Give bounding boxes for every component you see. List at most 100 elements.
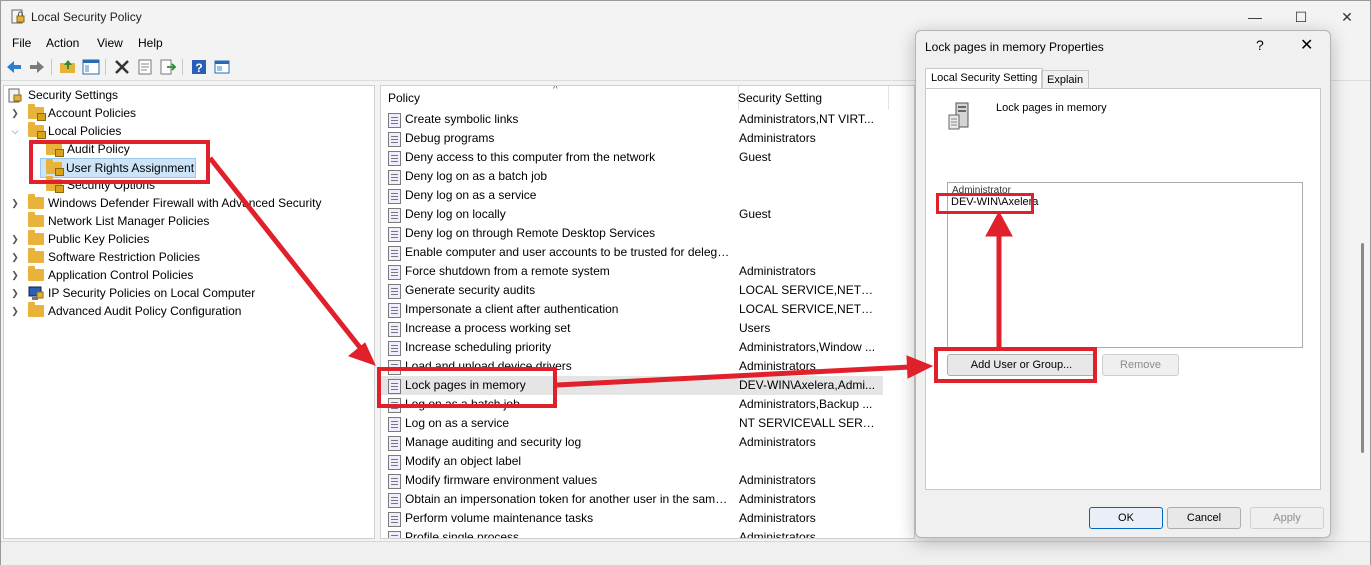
column-header-policy[interactable]: Policy bbox=[381, 86, 739, 110]
window-title: Local Security Policy bbox=[31, 10, 142, 24]
security-setting-cell: Administrators bbox=[739, 359, 816, 373]
close-button[interactable]: ✕ bbox=[1324, 5, 1370, 29]
policy-icon bbox=[388, 436, 401, 451]
policy-name-cell: Debug programs bbox=[405, 131, 495, 145]
tab-panel: Lock pages in memory Administrator DEV-W… bbox=[925, 88, 1321, 490]
menu-file[interactable]: File bbox=[12, 36, 31, 50]
policy-icon bbox=[388, 512, 401, 527]
security-setting-cell: DEV-WIN\Axelera,Admi... bbox=[739, 378, 876, 392]
security-setting-cell: NT SERVICE\ALL SERVIC... bbox=[739, 416, 879, 430]
table-row[interactable]: Deny log on as a batch job bbox=[381, 167, 883, 186]
policy-icon bbox=[388, 474, 401, 489]
up-folder-icon[interactable] bbox=[59, 58, 77, 76]
policy-icon bbox=[388, 208, 401, 223]
dialog-close-button[interactable]: ✕ bbox=[1300, 35, 1313, 55]
table-row[interactable]: Impersonate a client after authenticatio… bbox=[381, 300, 883, 319]
table-row[interactable]: Modify an object label bbox=[381, 452, 883, 471]
table-row[interactable]: Modify firmware environment values Admini… bbox=[381, 471, 883, 490]
tab-explain[interactable]: Explain bbox=[1041, 70, 1090, 89]
security-setting-cell: Administrators bbox=[739, 530, 816, 539]
ok-button[interactable]: OK bbox=[1089, 507, 1163, 529]
policy-icon bbox=[388, 341, 401, 356]
policy-name-cell: Increase scheduling priority bbox=[405, 340, 552, 354]
policy-name-cell: Modify an object label bbox=[405, 454, 522, 468]
policy-name-cell: Profile single process bbox=[405, 530, 520, 539]
annotation-box-lock-pages bbox=[377, 367, 557, 408]
chevron-right-icon[interactable]: ❯ bbox=[10, 248, 20, 266]
policy-name-cell: Increase a process working set bbox=[405, 321, 571, 335]
show-hide-tree-icon[interactable] bbox=[82, 58, 100, 76]
folder-icon bbox=[28, 194, 44, 209]
chevron-right-icon[interactable]: ❯ bbox=[10, 104, 20, 122]
table-row[interactable]: Deny log on locally Guest bbox=[381, 205, 883, 224]
tree-item-label: Network List Manager Policies bbox=[48, 214, 210, 228]
tab-local-security-setting[interactable]: Local Security Setting bbox=[925, 68, 1044, 89]
folder-icon bbox=[28, 230, 44, 245]
dialog-title: Lock pages in memory Properties bbox=[925, 40, 1104, 54]
cancel-button[interactable]: Cancel bbox=[1167, 507, 1241, 529]
forward-icon[interactable] bbox=[28, 58, 46, 76]
export-icon[interactable] bbox=[159, 58, 177, 76]
table-row[interactable]: Deny log on through Remote Desktop Servi… bbox=[381, 224, 883, 243]
policy-icon bbox=[388, 322, 401, 337]
menu-action[interactable]: Action bbox=[46, 36, 79, 50]
table-row[interactable]: Profile single process Administrators bbox=[381, 528, 883, 539]
apply-button[interactable]: Apply bbox=[1250, 507, 1324, 529]
policy-name-cell: Create symbolic links bbox=[405, 112, 519, 126]
policy-icon bbox=[388, 265, 401, 280]
chevron-right-icon[interactable]: ❯ bbox=[10, 230, 20, 248]
back-icon[interactable] bbox=[5, 58, 23, 76]
console-icon[interactable] bbox=[213, 58, 231, 76]
ip-security-icon bbox=[28, 286, 44, 300]
table-row[interactable]: Enable computer and user accounts to be … bbox=[381, 243, 883, 262]
policy-list-pane: ^ Policy Security Setting Create symboli… bbox=[380, 85, 915, 539]
table-row[interactable]: Perform volume maintenance tasks Administ… bbox=[381, 509, 883, 528]
menu-view[interactable]: View bbox=[97, 36, 123, 50]
properties-dialog: Lock pages in memory Properties ? ✕ Loca… bbox=[915, 30, 1331, 538]
chevron-right-icon[interactable]: ❯ bbox=[10, 302, 20, 320]
tree-item-label: IP Security Policies on Local Computer bbox=[48, 286, 256, 300]
chevron-right-icon[interactable]: ❯ bbox=[10, 284, 20, 302]
table-row[interactable]: Deny access to this computer from the ne… bbox=[381, 148, 883, 167]
policy-icon bbox=[388, 284, 401, 299]
security-policy-app-icon bbox=[11, 9, 25, 24]
table-row[interactable]: Obtain an impersonation token for anothe… bbox=[381, 490, 883, 509]
table-row[interactable]: Debug programs Administrators bbox=[381, 129, 883, 148]
properties-icon[interactable] bbox=[136, 58, 154, 76]
help-icon[interactable]: ? bbox=[190, 58, 208, 76]
table-row[interactable]: Deny log on as a service bbox=[381, 186, 883, 205]
tree-item-label: Account Policies bbox=[48, 106, 137, 120]
policy-name-cell: Deny access to this computer from the ne… bbox=[405, 150, 656, 164]
table-row[interactable]: Increase scheduling priority Administrato… bbox=[381, 338, 883, 357]
minimize-button[interactable]: — bbox=[1232, 5, 1278, 29]
policy-name: Lock pages in memory bbox=[996, 102, 1107, 114]
table-row[interactable]: Force shutdown from a remote system Admin… bbox=[381, 262, 883, 281]
table-row[interactable]: Log on as a service NT SERVICE\ALL SERVIC… bbox=[381, 414, 883, 433]
scrollbar-thumb[interactable] bbox=[1361, 243, 1364, 453]
vertical-scrollbar[interactable] bbox=[1357, 81, 1369, 537]
maximize-button[interactable]: ☐ bbox=[1278, 5, 1324, 29]
security-settings-icon bbox=[8, 88, 22, 103]
delete-icon[interactable] bbox=[113, 58, 131, 76]
table-row[interactable]: Create symbolic links Administrators,NT V… bbox=[381, 110, 883, 129]
table-row[interactable]: Manage auditing and security log Administ… bbox=[381, 433, 883, 452]
chevron-right-icon[interactable]: ❯ bbox=[10, 266, 20, 284]
dialog-help-button[interactable]: ? bbox=[1256, 37, 1264, 53]
policy-name-cell: Perform volume maintenance tasks bbox=[405, 511, 594, 525]
chevron-down-icon[interactable]: ⌵ bbox=[10, 122, 20, 140]
policy-name-cell: Deny log on as a batch job bbox=[405, 169, 548, 183]
chevron-right-icon[interactable]: ❯ bbox=[10, 194, 20, 212]
security-setting-cell: LOCAL SERVICE,NETWO... bbox=[739, 283, 879, 297]
security-setting-cell: Administrators,Backup ... bbox=[739, 397, 873, 411]
table-row[interactable]: Increase a process working set Users bbox=[381, 319, 883, 338]
column-header-security-setting[interactable]: Security Setting bbox=[732, 86, 889, 110]
folder-lock-icon bbox=[28, 104, 46, 121]
svg-text:?: ? bbox=[195, 61, 202, 75]
security-setting-cell: Administrators,NT VIRT... bbox=[739, 112, 874, 126]
annotation-box-user-rights bbox=[29, 140, 210, 184]
menu-help[interactable]: Help bbox=[138, 36, 163, 50]
security-setting-cell: LOCAL SERVICE,NETWO... bbox=[739, 302, 879, 316]
table-row[interactable]: Generate security audits LOCAL SERVICE,NE… bbox=[381, 281, 883, 300]
remove-button[interactable]: Remove bbox=[1102, 354, 1179, 376]
policy-name-cell: Modify firmware environment values bbox=[405, 473, 598, 487]
